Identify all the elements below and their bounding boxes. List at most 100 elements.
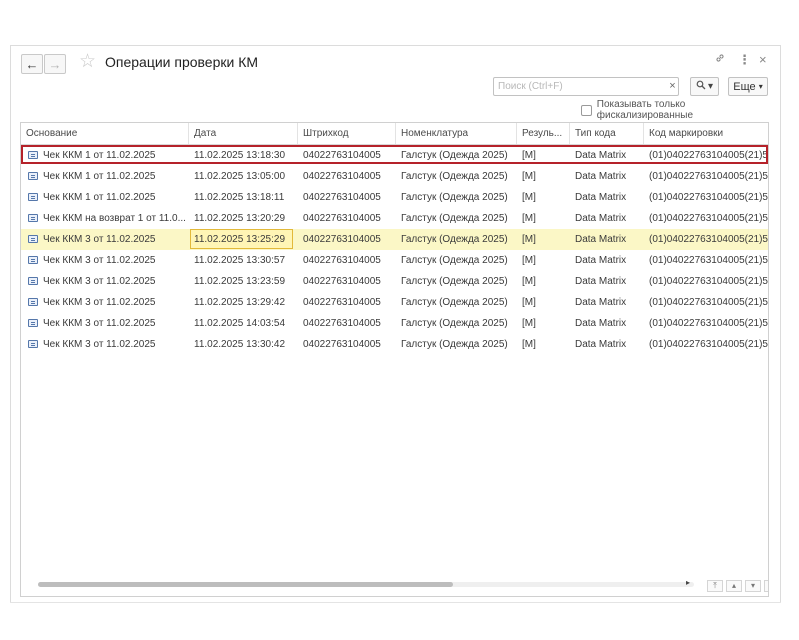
table-cell[interactable]: Галстук (Одежда 2025) — [396, 292, 517, 313]
column-header[interactable]: Код маркировки — [644, 123, 768, 144]
table-cell[interactable]: Data Matrix — [570, 208, 644, 229]
column-header[interactable]: Резуль... — [517, 123, 570, 144]
table-cell[interactable]: Галстук (Одежда 2025) — [396, 334, 517, 355]
table-cell[interactable]: 11.02.2025 13:20:29 — [189, 208, 298, 229]
table-cell[interactable]: Галстук (Одежда 2025) — [396, 313, 517, 334]
table-cell[interactable]: (01)04022763104005(21)5Of: — [644, 145, 768, 166]
table-cell[interactable]: [M] — [517, 166, 570, 187]
table-cell[interactable]: 11.02.2025 13:18:11 — [189, 187, 298, 208]
table-cell[interactable]: [M] — [517, 334, 570, 355]
table-cell[interactable]: Галстук (Одежда 2025) — [396, 271, 517, 292]
more-menu-icon[interactable]: ⋮ — [738, 52, 751, 68]
table-cell[interactable]: 11.02.2025 14:03:54 — [189, 313, 298, 334]
horizontal-scrollbar[interactable] — [38, 582, 694, 587]
table-cell[interactable]: [M] — [517, 271, 570, 292]
table-cell[interactable]: Data Matrix — [570, 187, 644, 208]
table-cell[interactable]: 11.02.2025 13:30:57 — [189, 250, 298, 271]
table-cell[interactable]: [M] — [517, 292, 570, 313]
table-cell[interactable]: Data Matrix — [570, 292, 644, 313]
table-cell[interactable]: (01)04022763104005(21)5h:3 — [644, 334, 768, 355]
table-cell[interactable]: Чек ККМ 3 от 11.02.2025 — [21, 334, 189, 355]
table-cell[interactable]: 11.02.2025 13:29:42 — [189, 292, 298, 313]
table-cell[interactable]: 11.02.2025 13:30:42 — [189, 334, 298, 355]
column-header[interactable]: Номенклатура — [396, 123, 517, 144]
table-cell[interactable]: 04022763104005 — [298, 271, 396, 292]
table-cell[interactable]: Чек ККМ 3 от 11.02.2025 — [21, 271, 189, 292]
table-cell[interactable]: (01)04022763104005(21)5Of: — [644, 313, 768, 334]
table-cell[interactable]: 11.02.2025 13:05:00 — [189, 166, 298, 187]
last-page-button[interactable] — [764, 580, 768, 592]
more-button[interactable]: Еще ▾ — [728, 77, 768, 96]
table-row[interactable]: Чек ККМ 3 от 11.02.2025 11.02.2025 13:30:… — [21, 250, 768, 271]
table-cell[interactable]: Галстук (Одежда 2025) — [396, 145, 517, 166]
table-cell[interactable]: (01)04022763104005(21)5Of: — [644, 208, 768, 229]
table-cell[interactable]: 04022763104005 — [298, 313, 396, 334]
table-cell[interactable]: [M] — [517, 313, 570, 334]
table-row[interactable]: Чек ККМ 3 от 11.02.2025 11.02.2025 14:03:… — [21, 313, 768, 334]
table-cell[interactable]: (01)04022763104005(21)5Of: — [644, 229, 768, 250]
column-header[interactable]: Дата — [189, 123, 298, 144]
table-cell[interactable]: [M] — [517, 145, 570, 166]
table-cell[interactable]: Галстук (Одежда 2025) — [396, 208, 517, 229]
table-cell[interactable]: Data Matrix — [570, 313, 644, 334]
table-cell[interactable]: Data Matrix — [570, 166, 644, 187]
table-cell[interactable]: 04022763104005 — [298, 334, 396, 355]
table-cell[interactable]: [M] — [517, 229, 570, 250]
table-cell[interactable]: Data Matrix — [570, 229, 644, 250]
table-row[interactable]: Чек ККМ 3 от 11.02.2025 11.02.2025 13:30:… — [21, 334, 768, 355]
first-page-button[interactable]: ⤒ — [707, 580, 723, 592]
table-cell[interactable]: Чек ККМ 3 от 11.02.2025 — [21, 313, 189, 334]
table-row[interactable]: Чек ККМ 1 от 11.02.2025 11.02.2025 13:18:… — [21, 187, 768, 208]
table-cell[interactable]: Чек ККМ 3 от 11.02.2025 — [21, 229, 189, 250]
table-cell[interactable]: Чек ККМ 1 от 11.02.2025 — [21, 145, 189, 166]
close-icon[interactable]: × — [759, 52, 767, 68]
table-cell[interactable]: Data Matrix — [570, 334, 644, 355]
column-header[interactable]: Тип кода — [570, 123, 644, 144]
table-cell[interactable]: Data Matrix — [570, 250, 644, 271]
table-row[interactable]: Чек ККМ на возврат 1 от 11.0... 11.02.202… — [21, 208, 768, 229]
table-cell[interactable]: 11.02.2025 13:25:29 — [189, 229, 298, 250]
table-cell[interactable]: 04022763104005 — [298, 292, 396, 313]
column-header[interactable]: Штрихкод — [298, 123, 396, 144]
table-cell[interactable]: Чек ККМ 1 от 11.02.2025 — [21, 187, 189, 208]
horizontal-scrollbar-thumb[interactable] — [38, 582, 453, 587]
table-cell[interactable]: 04022763104005 — [298, 166, 396, 187]
table-cell[interactable]: 04022763104005 — [298, 187, 396, 208]
table-cell[interactable]: [M] — [517, 208, 570, 229]
table-cell[interactable]: 04022763104005 — [298, 208, 396, 229]
table-cell[interactable]: Галстук (Одежда 2025) — [396, 250, 517, 271]
search-input[interactable] — [493, 77, 679, 96]
table-cell[interactable]: Галстук (Одежда 2025) — [396, 187, 517, 208]
table-cell[interactable]: (01)04022763104005(21)5Of: — [644, 187, 768, 208]
table-cell[interactable]: (01)04022763104005(21)5Of: — [644, 271, 768, 292]
table-cell[interactable]: 04022763104005 — [298, 250, 396, 271]
scroll-right-icon[interactable]: ▸ — [686, 578, 690, 587]
table-cell[interactable]: [M] — [517, 187, 570, 208]
link-icon[interactable] — [714, 52, 726, 68]
column-header[interactable]: Основание — [21, 123, 189, 144]
table-cell[interactable]: Галстук (Одежда 2025) — [396, 166, 517, 187]
back-button[interactable]: ← — [21, 54, 43, 74]
table-cell[interactable]: Чек ККМ 3 от 11.02.2025 — [21, 250, 189, 271]
favorite-star-icon[interactable]: ☆ — [79, 51, 96, 73]
table-row[interactable]: Чек ККМ 3 от 11.02.2025 11.02.2025 13:23:… — [21, 271, 768, 292]
table-cell[interactable]: 11.02.2025 13:23:59 — [189, 271, 298, 292]
only-fiscalized-filter[interactable]: Показывать только фискализированные — [581, 99, 780, 121]
table-cell[interactable]: Галстук (Одежда 2025) — [396, 229, 517, 250]
table-cell[interactable]: (01)04022763104005(21)5Of: — [644, 292, 768, 313]
table-row[interactable]: Чек ККМ 3 от 11.02.2025 11.02.2025 13:29:… — [21, 292, 768, 313]
page-up-button[interactable]: ▴ — [726, 580, 742, 592]
table-cell[interactable]: Data Matrix — [570, 145, 644, 166]
only-fiscalized-checkbox[interactable] — [581, 104, 592, 116]
page-down-button[interactable]: ▾ — [745, 580, 761, 592]
table-row[interactable]: Чек ККМ 1 от 11.02.2025 11.02.2025 13:18:… — [21, 145, 768, 166]
table-cell[interactable]: (01)04022763104005(21)5Of: — [644, 166, 768, 187]
table-cell[interactable]: [M] — [517, 250, 570, 271]
table-cell[interactable]: Data Matrix — [570, 271, 644, 292]
table-cell[interactable]: 04022763104005 — [298, 145, 396, 166]
table-cell[interactable]: 11.02.2025 13:18:30 — [189, 145, 298, 166]
table-cell[interactable]: Чек ККМ 3 от 11.02.2025 — [21, 292, 189, 313]
table-row[interactable]: Чек ККМ 1 от 11.02.2025 11.02.2025 13:05:… — [21, 166, 768, 187]
table-cell[interactable]: Чек ККМ 1 от 11.02.2025 — [21, 166, 189, 187]
table-cell[interactable]: 04022763104005 — [298, 229, 396, 250]
